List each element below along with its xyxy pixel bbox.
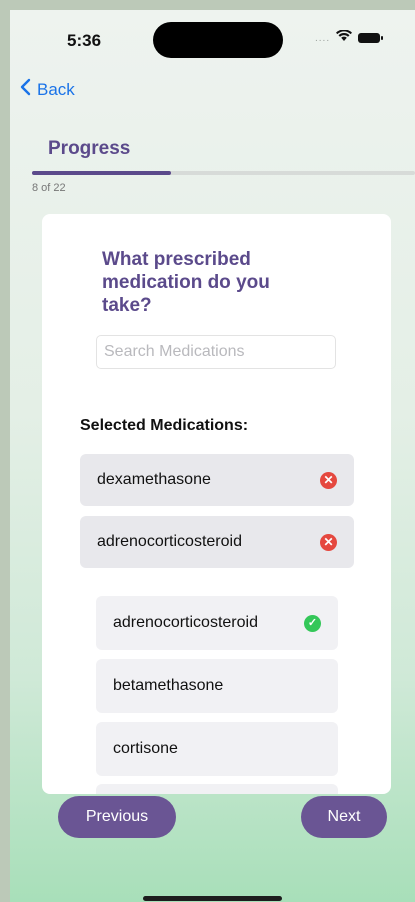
status-time: 5:36 [67,31,102,50]
option-cortisone[interactable]: cortisone [96,722,338,776]
status-icons: .... [315,29,384,47]
next-button[interactable]: Next [301,796,387,838]
wifi-icon [336,29,353,47]
question-card: What prescribed medication do you take? … [42,214,391,794]
progress-bar-fill [32,171,172,175]
option-label: betamethasone [113,677,224,694]
check-icon: ✓ [304,614,321,632]
back-label: Back [37,79,75,99]
device-frame: 5:36 .... Back Progress 8 of 22 What pre… [0,0,415,902]
selected-item-label: dexamethasone [97,471,211,488]
battery-icon [358,33,384,43]
option-next-partial[interactable] [96,784,338,794]
search-input[interactable] [96,335,336,369]
back-button[interactable]: Back [20,78,75,101]
chevron-left-icon [20,78,31,101]
option-label: adrenocorticosteroid [113,614,258,631]
home-indicator [143,896,282,901]
app-screen: 5:36 .... Back Progress 8 of 22 What pre… [10,10,415,902]
selected-item-label: adrenocorticosteroid [97,533,242,550]
progress-bar [32,171,415,175]
progress-count: 8 of 22 [32,182,66,194]
selected-item-adrenocorticosteroid: adrenocorticosteroid ✕ [80,516,354,568]
question-title: What prescribed medication do you take? [102,249,270,316]
option-label: cortisone [113,740,178,757]
selected-heading: Selected Medications: [80,417,249,434]
selected-item-dexamethasone: dexamethasone ✕ [80,454,354,506]
previous-button[interactable]: Previous [58,796,176,838]
remove-icon[interactable]: ✕ [320,471,337,489]
signal-icon: .... [315,32,331,44]
dynamic-island [153,22,283,58]
remove-icon[interactable]: ✕ [320,533,337,551]
option-adrenocorticosteroid[interactable]: adrenocorticosteroid ✓ [96,596,338,650]
option-betamethasone[interactable]: betamethasone [96,659,338,713]
progress-title: Progress [48,138,131,159]
